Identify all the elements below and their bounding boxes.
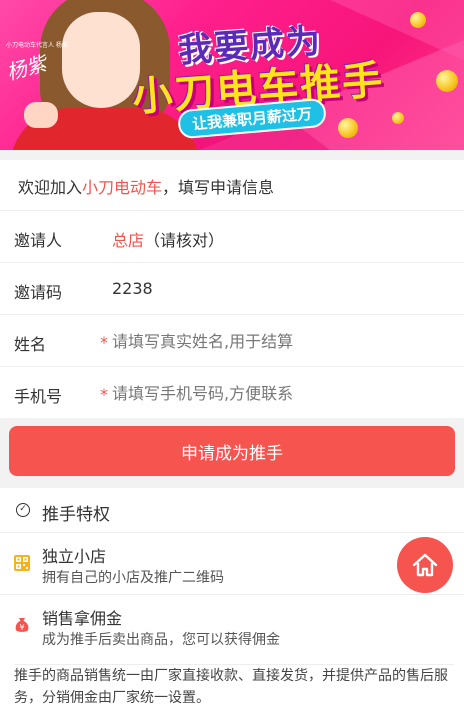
name-row: 姓名 * <box>0 314 464 366</box>
qrcode-icon <box>14 555 30 571</box>
privileges-section: ✓ 推手特权 独立小店 拥有自己的小店及推广二维码 ¥ 销售拿佣金 成为推手后卖… <box>0 488 464 708</box>
intro-brand: 小刀电动车 <box>82 178 163 197</box>
application-form: 欢迎加入小刀电动车，填写申请信息 邀请人 总店（请核对） 邀请码 2238 姓名… <box>0 160 464 418</box>
check-icon: ✓ <box>16 503 30 517</box>
promo-banner: 小刀电动车代言人 杨紫 杨紫 我要成为 小刀电车推手 让我兼职月薪过万 <box>0 0 464 150</box>
intro-suffix: ，填写申请信息 <box>162 178 275 197</box>
coin-decoration <box>392 112 404 124</box>
model-face <box>62 12 140 108</box>
inviter-note: （请核对） <box>144 231 225 250</box>
invite-code-label: 邀请码 <box>14 283 63 302</box>
model-hand <box>24 102 58 128</box>
phone-row: 手机号 * <box>0 366 464 418</box>
coin-decoration <box>410 12 426 28</box>
inviter-label: 邀请人 <box>14 231 63 250</box>
home-icon <box>412 553 438 577</box>
apply-button[interactable]: 申请成为推手 <box>9 426 455 476</box>
required-mark: * <box>100 385 108 404</box>
inviter-name: 总店 <box>112 231 145 250</box>
name-label: 姓名 <box>14 335 47 354</box>
intro-prefix: 欢迎加入 <box>18 178 83 197</box>
privileges-note: 推手的商品销售统一由厂家直接收款、直接发货，并提供产品的售后服务，分销佣金由厂家… <box>14 664 454 708</box>
inviter-value: 总店（请核对） <box>112 227 224 251</box>
phone-label: 手机号 <box>14 387 63 406</box>
privilege-title: 销售拿佣金 <box>42 609 123 628</box>
inviter-row: 邀请人 总店（请核对） <box>0 210 464 262</box>
privileges-title: 推手特权 <box>42 505 110 525</box>
invite-code-row: 邀请码 2238 <box>0 262 464 314</box>
privilege-desc: 成为推手后卖出商品，您可以获得佣金 <box>42 632 280 648</box>
money-bag-icon: ¥ <box>15 618 29 632</box>
privilege-item: 独立小店 拥有自己的小店及推广二维码 <box>0 532 464 594</box>
invite-code-value: 2238 <box>112 279 153 298</box>
phone-input[interactable] <box>112 379 442 407</box>
required-mark: * <box>100 333 108 352</box>
privileges-header: ✓ 推手特权 <box>0 488 464 532</box>
svg-text:¥: ¥ <box>19 623 24 632</box>
privilege-title: 独立小店 <box>42 547 107 566</box>
coin-decoration <box>436 70 458 92</box>
page: 小刀电动车代言人 杨紫 杨紫 我要成为 小刀电车推手 让我兼职月薪过万 欢迎加入… <box>0 0 464 708</box>
name-input[interactable] <box>112 327 442 355</box>
privilege-desc: 拥有自己的小店及推广二维码 <box>42 570 224 586</box>
coin-decoration <box>338 118 358 138</box>
home-button[interactable] <box>397 537 453 593</box>
privilege-item: ¥ 销售拿佣金 成为推手后卖出商品，您可以获得佣金 <box>0 594 464 656</box>
form-intro: 欢迎加入小刀电动车，填写申请信息 <box>18 174 274 198</box>
